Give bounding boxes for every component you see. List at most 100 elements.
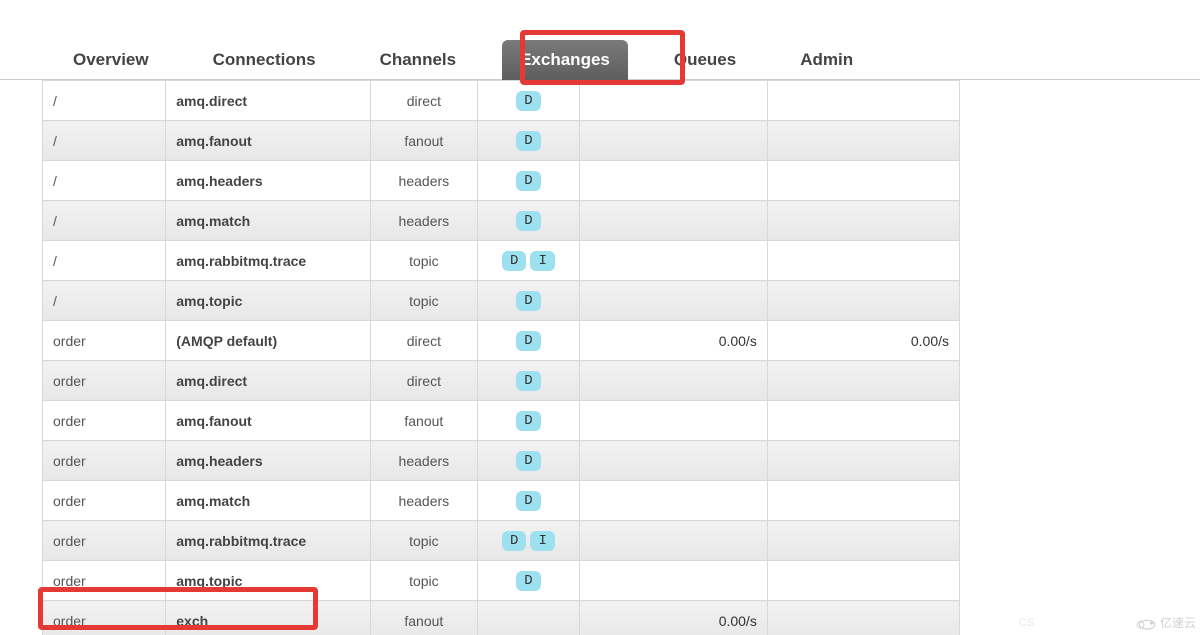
cell-rate-out bbox=[767, 121, 959, 161]
feature-badge: D bbox=[516, 171, 540, 191]
cell-type: fanout bbox=[371, 601, 478, 635]
cell-rate-out bbox=[767, 521, 959, 561]
cell-vhost: order bbox=[43, 361, 166, 401]
feature-badge: D bbox=[516, 451, 540, 471]
table-row: /amq.fanoutfanout D bbox=[43, 121, 960, 161]
cell-rate-in bbox=[580, 441, 768, 481]
cell-name[interactable]: amq.headers bbox=[166, 161, 371, 201]
cell-features: D bbox=[477, 121, 580, 161]
feature-badge: D bbox=[516, 411, 540, 431]
feature-badge: D bbox=[516, 131, 540, 151]
cell-rate-out bbox=[767, 481, 959, 521]
cell-vhost: / bbox=[43, 241, 166, 281]
cell-type: headers bbox=[371, 161, 478, 201]
cell-rate-in bbox=[580, 241, 768, 281]
table-row: orderamq.headersheadersD bbox=[43, 441, 960, 481]
feature-badge: D bbox=[516, 491, 540, 511]
cell-vhost: order bbox=[43, 401, 166, 441]
cell-rate-out: 0.00/s bbox=[767, 321, 959, 361]
cell-name[interactable]: amq.direct bbox=[166, 81, 371, 121]
cell-type: fanout bbox=[371, 121, 478, 161]
cell-name[interactable]: amq.rabbitmq.trace bbox=[166, 241, 371, 281]
feature-badge: I bbox=[530, 531, 554, 551]
cell-rate-out bbox=[767, 401, 959, 441]
table-row: orderexchfanout0.00/s bbox=[43, 601, 960, 635]
cell-rate-in bbox=[580, 201, 768, 241]
feature-badge: D bbox=[516, 371, 540, 391]
cell-vhost: order bbox=[43, 521, 166, 561]
watermark-logo: 亿速云 bbox=[1134, 614, 1196, 631]
cell-features: D bbox=[477, 281, 580, 321]
cell-type: fanout bbox=[371, 401, 478, 441]
nav-tabs: Overview Connections Channels Exchanges … bbox=[0, 0, 1200, 80]
feature-badge: D bbox=[516, 291, 540, 311]
cell-type: topic bbox=[371, 521, 478, 561]
cell-features: DI bbox=[477, 241, 580, 281]
tab-overview[interactable]: Overview bbox=[55, 40, 167, 80]
tab-channels[interactable]: Channels bbox=[362, 40, 475, 80]
cell-rate-out bbox=[767, 361, 959, 401]
feature-badge: I bbox=[530, 251, 554, 271]
feature-badge: D bbox=[502, 251, 526, 271]
cell-vhost: order bbox=[43, 601, 166, 635]
cell-features: D bbox=[477, 441, 580, 481]
cell-type: topic bbox=[371, 561, 478, 601]
cell-vhost: order bbox=[43, 321, 166, 361]
tab-exchanges[interactable]: Exchanges bbox=[502, 40, 628, 80]
cell-type: headers bbox=[371, 201, 478, 241]
cell-type: topic bbox=[371, 241, 478, 281]
watermark-cs: CS bbox=[1019, 617, 1035, 629]
table-row: orderamq.directdirectD bbox=[43, 361, 960, 401]
cell-rate-out bbox=[767, 81, 959, 121]
cell-name[interactable]: amq.match bbox=[166, 481, 371, 521]
cell-name[interactable]: exch bbox=[166, 601, 371, 635]
cell-vhost: / bbox=[43, 281, 166, 321]
cell-vhost: / bbox=[43, 161, 166, 201]
cell-type: direct bbox=[371, 81, 478, 121]
cell-features: D bbox=[477, 321, 580, 361]
cell-rate-out bbox=[767, 161, 959, 201]
cell-name[interactable]: amq.rabbitmq.trace bbox=[166, 521, 371, 561]
cell-rate-in bbox=[580, 281, 768, 321]
table-row: orderamq.matchheaders D bbox=[43, 481, 960, 521]
feature-badge: D bbox=[516, 571, 540, 591]
cell-features: D bbox=[477, 201, 580, 241]
cell-name[interactable]: amq.topic bbox=[166, 561, 371, 601]
cell-name[interactable]: amq.direct bbox=[166, 361, 371, 401]
feature-badge: D bbox=[502, 531, 526, 551]
cell-features: D bbox=[477, 81, 580, 121]
cell-type: topic bbox=[371, 281, 478, 321]
cell-rate-in bbox=[580, 521, 768, 561]
cell-type: headers bbox=[371, 481, 478, 521]
cell-rate-out bbox=[767, 441, 959, 481]
cell-rate-in bbox=[580, 401, 768, 441]
cell-type: headers bbox=[371, 441, 478, 481]
cell-features bbox=[477, 601, 580, 635]
cell-features: D bbox=[477, 481, 580, 521]
feature-badge: D bbox=[516, 211, 540, 231]
cell-vhost: order bbox=[43, 561, 166, 601]
cell-rate-out bbox=[767, 241, 959, 281]
cell-vhost: / bbox=[43, 121, 166, 161]
tab-admin[interactable]: Admin bbox=[782, 40, 871, 80]
tab-queues[interactable]: Queues bbox=[656, 40, 754, 80]
table-row: orderamq.fanoutfanout D bbox=[43, 401, 960, 441]
cell-vhost: / bbox=[43, 81, 166, 121]
cell-features: D bbox=[477, 561, 580, 601]
cell-vhost: order bbox=[43, 481, 166, 521]
table-row: orderamq.topictopic D bbox=[43, 561, 960, 601]
cell-rate-in bbox=[580, 481, 768, 521]
cell-type: direct bbox=[371, 321, 478, 361]
cell-name[interactable]: amq.fanout bbox=[166, 121, 371, 161]
cell-rate-in bbox=[580, 361, 768, 401]
table-row: /amq.topictopic D bbox=[43, 281, 960, 321]
cell-name[interactable]: (AMQP default) bbox=[166, 321, 371, 361]
cell-rate-out bbox=[767, 281, 959, 321]
cell-name[interactable]: amq.topic bbox=[166, 281, 371, 321]
cell-name[interactable]: amq.match bbox=[166, 201, 371, 241]
cell-rate-out bbox=[767, 201, 959, 241]
table-row: orderamq.rabbitmq.tracetopic DI bbox=[43, 521, 960, 561]
cell-name[interactable]: amq.fanout bbox=[166, 401, 371, 441]
tab-connections[interactable]: Connections bbox=[195, 40, 334, 80]
cell-name[interactable]: amq.headers bbox=[166, 441, 371, 481]
